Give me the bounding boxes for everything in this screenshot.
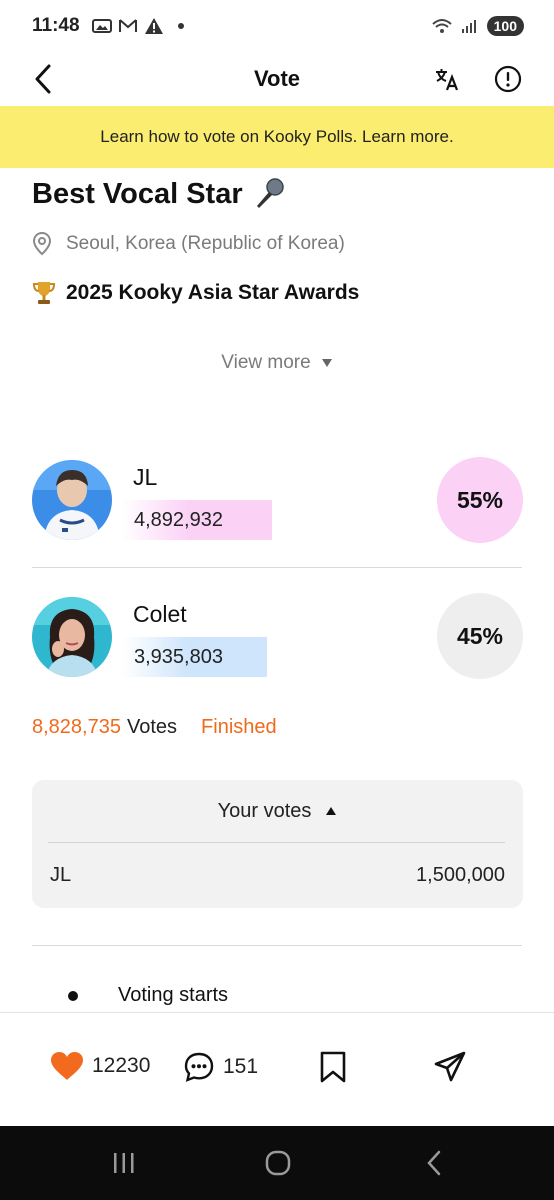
page-title: Vote bbox=[253, 66, 301, 91]
poll-title-text: Best Vocal Star bbox=[32, 177, 243, 210]
poll-status: Finished bbox=[201, 716, 277, 738]
status-time: 11:48 bbox=[32, 15, 80, 36]
poll-event[interactable]: 2025 Kooky Asia Star Awards bbox=[32, 280, 359, 306]
learn-banner[interactable]: Learn how to vote on Kooky Polls. Learn … bbox=[0, 106, 554, 168]
candidate-percent: 45% bbox=[456, 622, 504, 649]
timeline-label: Voting starts bbox=[118, 984, 229, 1006]
location-pin-icon bbox=[32, 232, 52, 256]
bookmark-icon bbox=[320, 1051, 346, 1083]
warning-icon bbox=[144, 18, 163, 34]
notification-icons bbox=[91, 17, 184, 35]
your-votes-card: Your votes JL 1,500,000 bbox=[32, 780, 523, 908]
divider bbox=[32, 567, 522, 568]
trophy-icon bbox=[32, 282, 56, 304]
report-button[interactable] bbox=[492, 62, 524, 96]
vote-totals: 8,828,735 Votes Finished bbox=[32, 716, 277, 739]
status-bar: 11:48 100 bbox=[0, 0, 554, 52]
more-notifications-dot-icon bbox=[177, 23, 184, 29]
comment-icon bbox=[184, 1052, 214, 1082]
total-votes-label: Votes bbox=[126, 716, 178, 738]
translate-icon bbox=[436, 69, 459, 91]
candidate-item[interactable]: Colet 3,935,803 45% bbox=[0, 593, 554, 697]
send-icon bbox=[434, 1051, 466, 1082]
candidate-avatar bbox=[32, 597, 112, 677]
candidate-name: Colet bbox=[133, 601, 187, 627]
recent-apps-button[interactable] bbox=[108, 1146, 140, 1180]
wifi-icon bbox=[431, 19, 452, 33]
timeline-dot-icon bbox=[68, 990, 78, 1001]
your-votes-label: Your votes bbox=[217, 799, 312, 822]
banner-text: Learn how to vote on Kooky Polls. Learn … bbox=[100, 127, 454, 146]
candidate-vote-bar: 3,935,803 bbox=[122, 637, 267, 677]
poll-location: Seoul, Korea (Republic of Korea) bbox=[32, 232, 345, 256]
home-button[interactable] bbox=[262, 1146, 294, 1180]
your-votes-toggle[interactable]: Your votes bbox=[32, 780, 523, 842]
action-bar: 12230 151 bbox=[0, 1012, 554, 1126]
signal-icon bbox=[461, 20, 476, 33]
back-button[interactable] bbox=[28, 62, 58, 96]
photo-notification-icon bbox=[91, 19, 112, 33]
bookmark-button[interactable] bbox=[318, 1051, 348, 1083]
candidate-name: JL bbox=[133, 464, 158, 490]
share-button[interactable] bbox=[433, 1051, 467, 1083]
divider bbox=[32, 945, 522, 946]
comment-button[interactable]: 151 bbox=[183, 1051, 258, 1083]
candidate-avatar bbox=[32, 460, 112, 540]
your-votes-amount: 1,500,000 bbox=[416, 863, 505, 886]
caret-down-icon bbox=[321, 359, 332, 367]
candidate-vote-count: 4,892,932 bbox=[134, 508, 223, 531]
candidate-vote-count: 3,935,803 bbox=[134, 645, 223, 668]
poll-title: Best Vocal Star bbox=[32, 176, 287, 212]
like-button[interactable]: 12230 bbox=[50, 1051, 150, 1081]
candidate-vote-bar: 4,892,932 bbox=[122, 500, 272, 540]
back-nav-button[interactable] bbox=[420, 1146, 448, 1180]
event-text: 2025 Kooky Asia Star Awards bbox=[66, 281, 360, 304]
view-more-button[interactable]: View more bbox=[0, 352, 554, 374]
info-alert-icon bbox=[494, 65, 522, 93]
total-votes-count: 8,828,735 bbox=[32, 716, 121, 738]
battery-indicator: 100 bbox=[486, 16, 524, 36]
candidate-percent-badge: 55% bbox=[437, 457, 523, 543]
home-icon bbox=[265, 1150, 291, 1176]
caret-up-icon bbox=[326, 807, 337, 815]
your-votes-row: JL 1,500,000 bbox=[32, 843, 523, 907]
comment-count: 151 bbox=[223, 1055, 259, 1078]
your-votes-candidate: JL bbox=[50, 863, 72, 886]
location-text: Seoul, Korea (Republic of Korea) bbox=[66, 233, 345, 254]
candidate-item[interactable]: JL 4,892,932 55% bbox=[0, 457, 554, 560]
translate-button[interactable] bbox=[432, 62, 462, 96]
system-nav-bar bbox=[0, 1126, 554, 1200]
app-header: Vote bbox=[0, 52, 554, 106]
timeline-item: Voting starts bbox=[68, 984, 228, 1007]
mail-notification-icon bbox=[118, 19, 137, 32]
recent-apps-icon bbox=[114, 1153, 134, 1173]
candidate-percent: 55% bbox=[456, 486, 504, 513]
microphone-icon bbox=[256, 178, 284, 208]
heart-icon bbox=[51, 1052, 83, 1080]
view-more-label: View more bbox=[221, 352, 311, 373]
back-nav-icon bbox=[427, 1150, 441, 1176]
candidate-percent-badge: 45% bbox=[437, 593, 523, 679]
like-count: 12230 bbox=[92, 1054, 151, 1077]
back-arrow-icon bbox=[35, 64, 51, 94]
